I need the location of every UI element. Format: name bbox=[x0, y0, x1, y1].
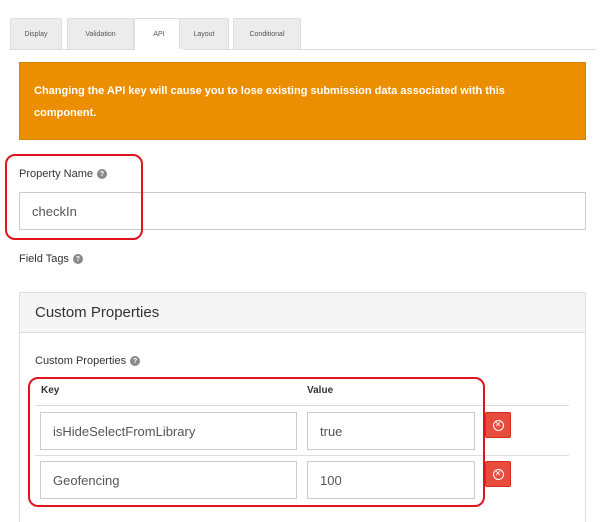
field-tags-label-text: Field Tags bbox=[19, 253, 69, 265]
field-tags-label: Field Tags ? bbox=[19, 253, 83, 265]
tab-conditional[interactable]: Conditional bbox=[233, 18, 301, 49]
property-name-label: Property Name ? bbox=[19, 168, 107, 180]
tab-display[interactable]: Display bbox=[10, 18, 62, 49]
custom-property-key-input[interactable]: Geofencing bbox=[40, 461, 297, 499]
custom-property-key-input[interactable]: isHideSelectFromLibrary bbox=[40, 412, 297, 450]
custom-property-key-value: Geofencing bbox=[53, 472, 120, 488]
api-key-warning: Changing the API key will cause you to l… bbox=[19, 62, 586, 140]
question-circle-icon[interactable]: ? bbox=[96, 169, 107, 179]
custom-property-value-value: 100 bbox=[320, 472, 342, 488]
custom-properties-label-text: Custom Properties bbox=[35, 355, 127, 367]
column-header-value: Value bbox=[307, 385, 334, 396]
question-circle-icon[interactable]: ? bbox=[72, 254, 83, 264]
remove-row-button[interactable]: ✕ bbox=[485, 412, 511, 438]
custom-property-key-value: isHideSelectFromLibrary bbox=[53, 423, 196, 439]
property-name-value: checkIn bbox=[32, 203, 77, 219]
column-header-key: Key bbox=[41, 385, 60, 396]
custom-property-value-input[interactable]: 100 bbox=[307, 461, 475, 499]
custom-property-value-value: true bbox=[320, 423, 343, 439]
warning-line-1: Changing the API key will cause you to l… bbox=[34, 85, 505, 97]
tab-layout[interactable]: Layout bbox=[179, 18, 229, 49]
row-divider bbox=[35, 455, 569, 456]
panel-heading: Custom Properties bbox=[20, 293, 585, 333]
question-circle-icon[interactable]: ? bbox=[130, 356, 141, 366]
tab-validation[interactable]: Validation bbox=[67, 18, 134, 49]
table-header-divider bbox=[35, 405, 569, 406]
custom-property-value-input[interactable]: true bbox=[307, 412, 475, 450]
property-name-input[interactable]: checkIn bbox=[19, 192, 586, 230]
property-name-label-text: Property Name bbox=[19, 168, 93, 180]
tab-bar: Display Validation API Layout Conditiona… bbox=[10, 18, 596, 50]
remove-circle-icon: ✕ bbox=[492, 419, 504, 431]
remove-row-button[interactable]: ✕ bbox=[485, 461, 511, 487]
remove-circle-icon: ✕ bbox=[492, 468, 504, 480]
tab-api[interactable]: API bbox=[134, 18, 184, 50]
custom-properties-label: Custom Properties ? bbox=[35, 355, 141, 367]
warning-line-2: component. bbox=[34, 107, 97, 119]
